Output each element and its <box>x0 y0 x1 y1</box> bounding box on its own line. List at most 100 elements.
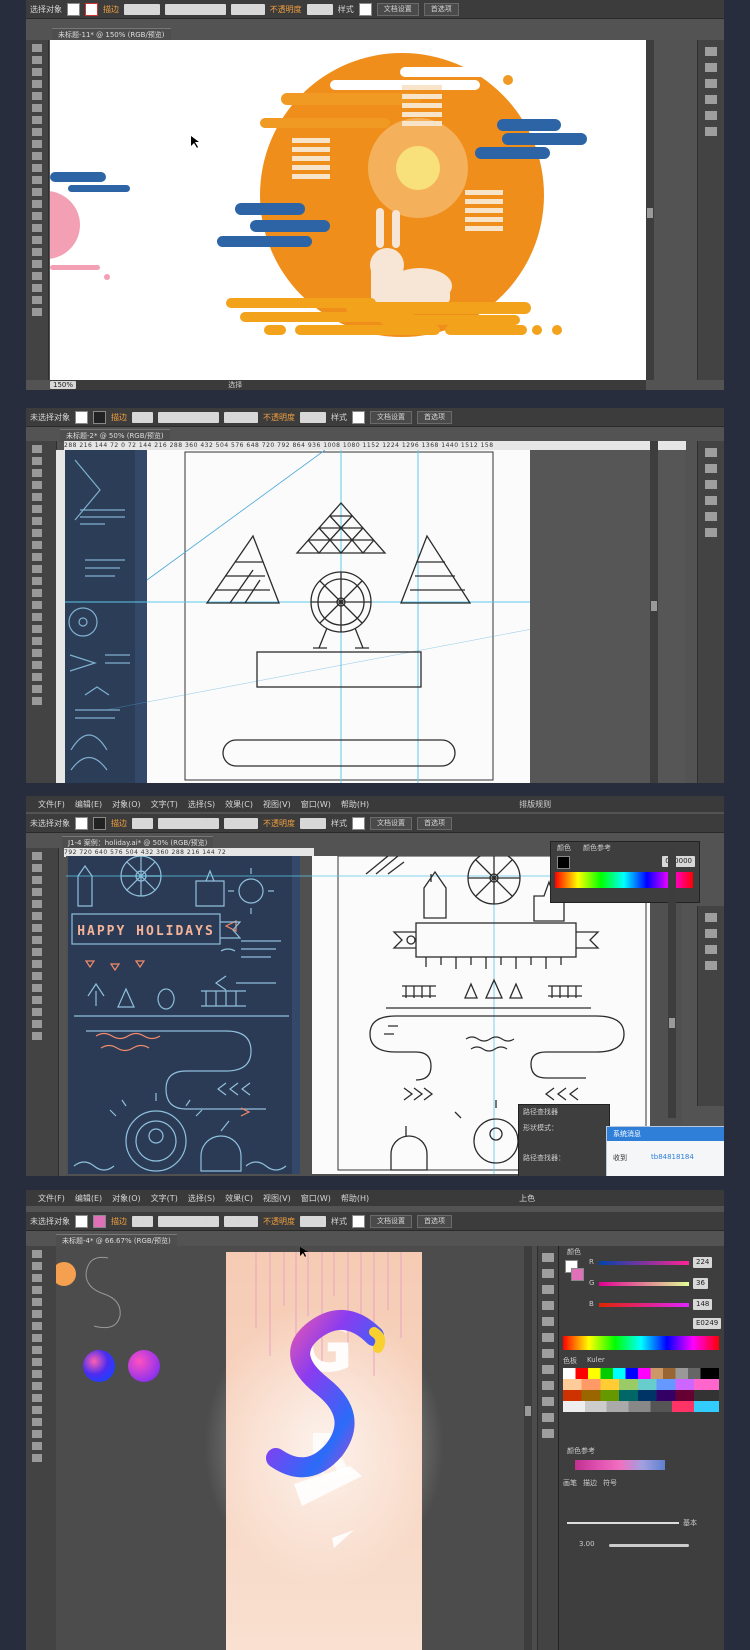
opacity-label[interactable]: 不透明度 <box>263 1216 295 1227</box>
width-tool-icon[interactable] <box>32 1370 42 1378</box>
pen-tool-icon[interactable] <box>32 469 42 477</box>
gradient-tool-icon[interactable] <box>32 984 42 992</box>
g-value-field[interactable]: 36 <box>693 1278 708 1289</box>
hand-tool-icon[interactable] <box>32 685 42 693</box>
graph-tool-icon[interactable] <box>32 248 42 256</box>
menu-type[interactable]: 文字(T) <box>151 799 178 810</box>
brush-tool-icon[interactable] <box>32 104 42 112</box>
graph-tool-icon[interactable] <box>32 661 42 669</box>
menu-edit[interactable]: 编辑(E) <box>75 1193 102 1204</box>
layers-panel-icon[interactable] <box>705 111 717 120</box>
brush-tool-icon[interactable] <box>32 1322 42 1330</box>
eyedropper-icon[interactable] <box>32 996 42 1004</box>
type-panel-icon[interactable] <box>705 913 717 922</box>
style-swatch[interactable] <box>351 410 365 424</box>
shape-builder-icon[interactable] <box>32 589 42 597</box>
opacity-field[interactable]: 100% <box>299 411 326 423</box>
color-panel-tab[interactable]: 颜色 <box>557 843 571 853</box>
gradient-panel-icon[interactable] <box>542 1333 554 1342</box>
vertical-scrollbar[interactable] <box>524 1246 532 1650</box>
document-setup-button[interactable]: 文档设置 <box>369 1214 412 1228</box>
appearance-panel-icon[interactable] <box>705 127 717 136</box>
profile-field[interactable]: 等比 <box>158 1215 220 1227</box>
direct-select-tool-icon[interactable] <box>32 864 42 872</box>
brush-shape-field[interactable]: 3 点圆形 <box>224 411 258 423</box>
menu-help[interactable]: 帮助(H) <box>341 799 369 810</box>
shape-builder-icon[interactable] <box>32 1382 42 1390</box>
artboard-tool-icon[interactable] <box>32 260 42 268</box>
rectangle-tool-icon[interactable] <box>32 912 42 920</box>
pen-tool-icon[interactable] <box>32 68 42 76</box>
perspective-grid-icon[interactable] <box>32 601 42 609</box>
pen-tool-icon[interactable] <box>32 876 42 884</box>
selection-tool-icon[interactable] <box>32 44 42 52</box>
brush-preview-line[interactable] <box>567 1522 679 1524</box>
pen-tool-icon[interactable] <box>32 1274 42 1282</box>
width-tool-icon[interactable] <box>32 577 42 585</box>
direct-select-tool-icon[interactable] <box>32 457 42 465</box>
blend-tool-icon[interactable] <box>32 649 42 657</box>
opacity-field[interactable]: 100% <box>299 1215 326 1227</box>
swatches-tab[interactable]: 色板 <box>563 1356 577 1366</box>
symbol-sprayer-icon[interactable] <box>32 236 42 244</box>
rotate-tool-icon[interactable] <box>32 1346 42 1354</box>
type-tool-icon[interactable] <box>32 888 42 896</box>
stroke-weight-field[interactable]: 1 px <box>132 1215 154 1227</box>
menu-effect[interactable]: 效果(C) <box>225 1193 253 1204</box>
menu-window[interactable]: 窗口(W) <box>301 799 331 810</box>
artboard-canvas[interactable] <box>65 450 685 783</box>
slice-tool-icon[interactable] <box>32 272 42 280</box>
paragraph-panel-icon[interactable] <box>705 929 717 938</box>
r-slider[interactable] <box>599 1261 689 1265</box>
fill-swatch[interactable] <box>75 1214 88 1228</box>
artboard-tool-icon[interactable] <box>32 673 42 681</box>
swatch-grid[interactable] <box>563 1368 719 1412</box>
transform-icon[interactable] <box>542 1365 554 1374</box>
scale-tool-icon[interactable] <box>32 960 42 968</box>
zoom-tool-icon[interactable] <box>32 1032 42 1040</box>
fill-swatch[interactable] <box>75 816 88 830</box>
gradient-tool-icon[interactable] <box>32 625 42 633</box>
stroke-label[interactable]: 描边 <box>103 4 119 15</box>
align-panel-icon[interactable] <box>705 496 717 505</box>
menu-file[interactable]: 文件(F) <box>38 1193 65 1204</box>
color-guide-strip[interactable] <box>575 1460 665 1470</box>
paragraph-panel-icon[interactable] <box>542 1413 554 1422</box>
kuler-tab[interactable]: Kuler <box>587 1356 605 1364</box>
stroke-weight-field[interactable]: 1 px <box>132 411 154 423</box>
align-panel-icon[interactable] <box>542 1349 554 1358</box>
line-tool-icon[interactable] <box>32 900 42 908</box>
stroke-weight-field[interactable]: 1 px <box>132 817 154 829</box>
gradient-tool-icon[interactable] <box>32 1394 42 1402</box>
artboard-canvas[interactable]: G R <box>56 1246 552 1650</box>
type-tool-icon[interactable] <box>32 80 42 88</box>
menu-edit[interactable]: 编辑(E) <box>75 799 102 810</box>
opacity-field[interactable]: 100% <box>306 3 333 15</box>
profile-field[interactable] <box>165 3 226 15</box>
align-panel-icon[interactable] <box>705 95 717 104</box>
rotate-tool-icon[interactable] <box>32 948 42 956</box>
zoom-field[interactable]: 150% <box>50 381 77 389</box>
stroke-swatch[interactable] <box>93 816 106 830</box>
brush-tool-icon[interactable] <box>32 924 42 932</box>
stroke-swatch[interactable] <box>93 410 106 424</box>
eyedropper-icon[interactable] <box>32 1406 42 1414</box>
menu-view[interactable]: 视图(V) <box>263 1193 291 1204</box>
artboard-tool-icon[interactable] <box>32 1430 42 1438</box>
g-slider[interactable] <box>599 1282 689 1286</box>
pencil-tool-icon[interactable] <box>32 1334 42 1342</box>
pencil-tool-icon[interactable] <box>32 529 42 537</box>
preferences-button[interactable]: 首选项 <box>423 2 459 16</box>
menu-select[interactable]: 选择(S) <box>188 1193 215 1204</box>
selection-tool-icon[interactable] <box>32 1250 42 1258</box>
selection-tool-icon[interactable] <box>32 445 42 453</box>
color-panel-icon[interactable] <box>705 448 717 457</box>
fill-swatch[interactable] <box>557 856 570 869</box>
layers-panel-icon[interactable] <box>705 512 717 521</box>
menu-effect[interactable]: 效果(C) <box>225 799 253 810</box>
brush-shape-field[interactable]: 3 点圆形 <box>224 1215 258 1227</box>
style-swatch[interactable] <box>351 1214 365 1228</box>
type-panel-icon[interactable] <box>705 63 717 72</box>
color-panel-title[interactable]: 颜色 <box>567 1247 581 1257</box>
rotate-tool-icon[interactable] <box>32 128 42 136</box>
